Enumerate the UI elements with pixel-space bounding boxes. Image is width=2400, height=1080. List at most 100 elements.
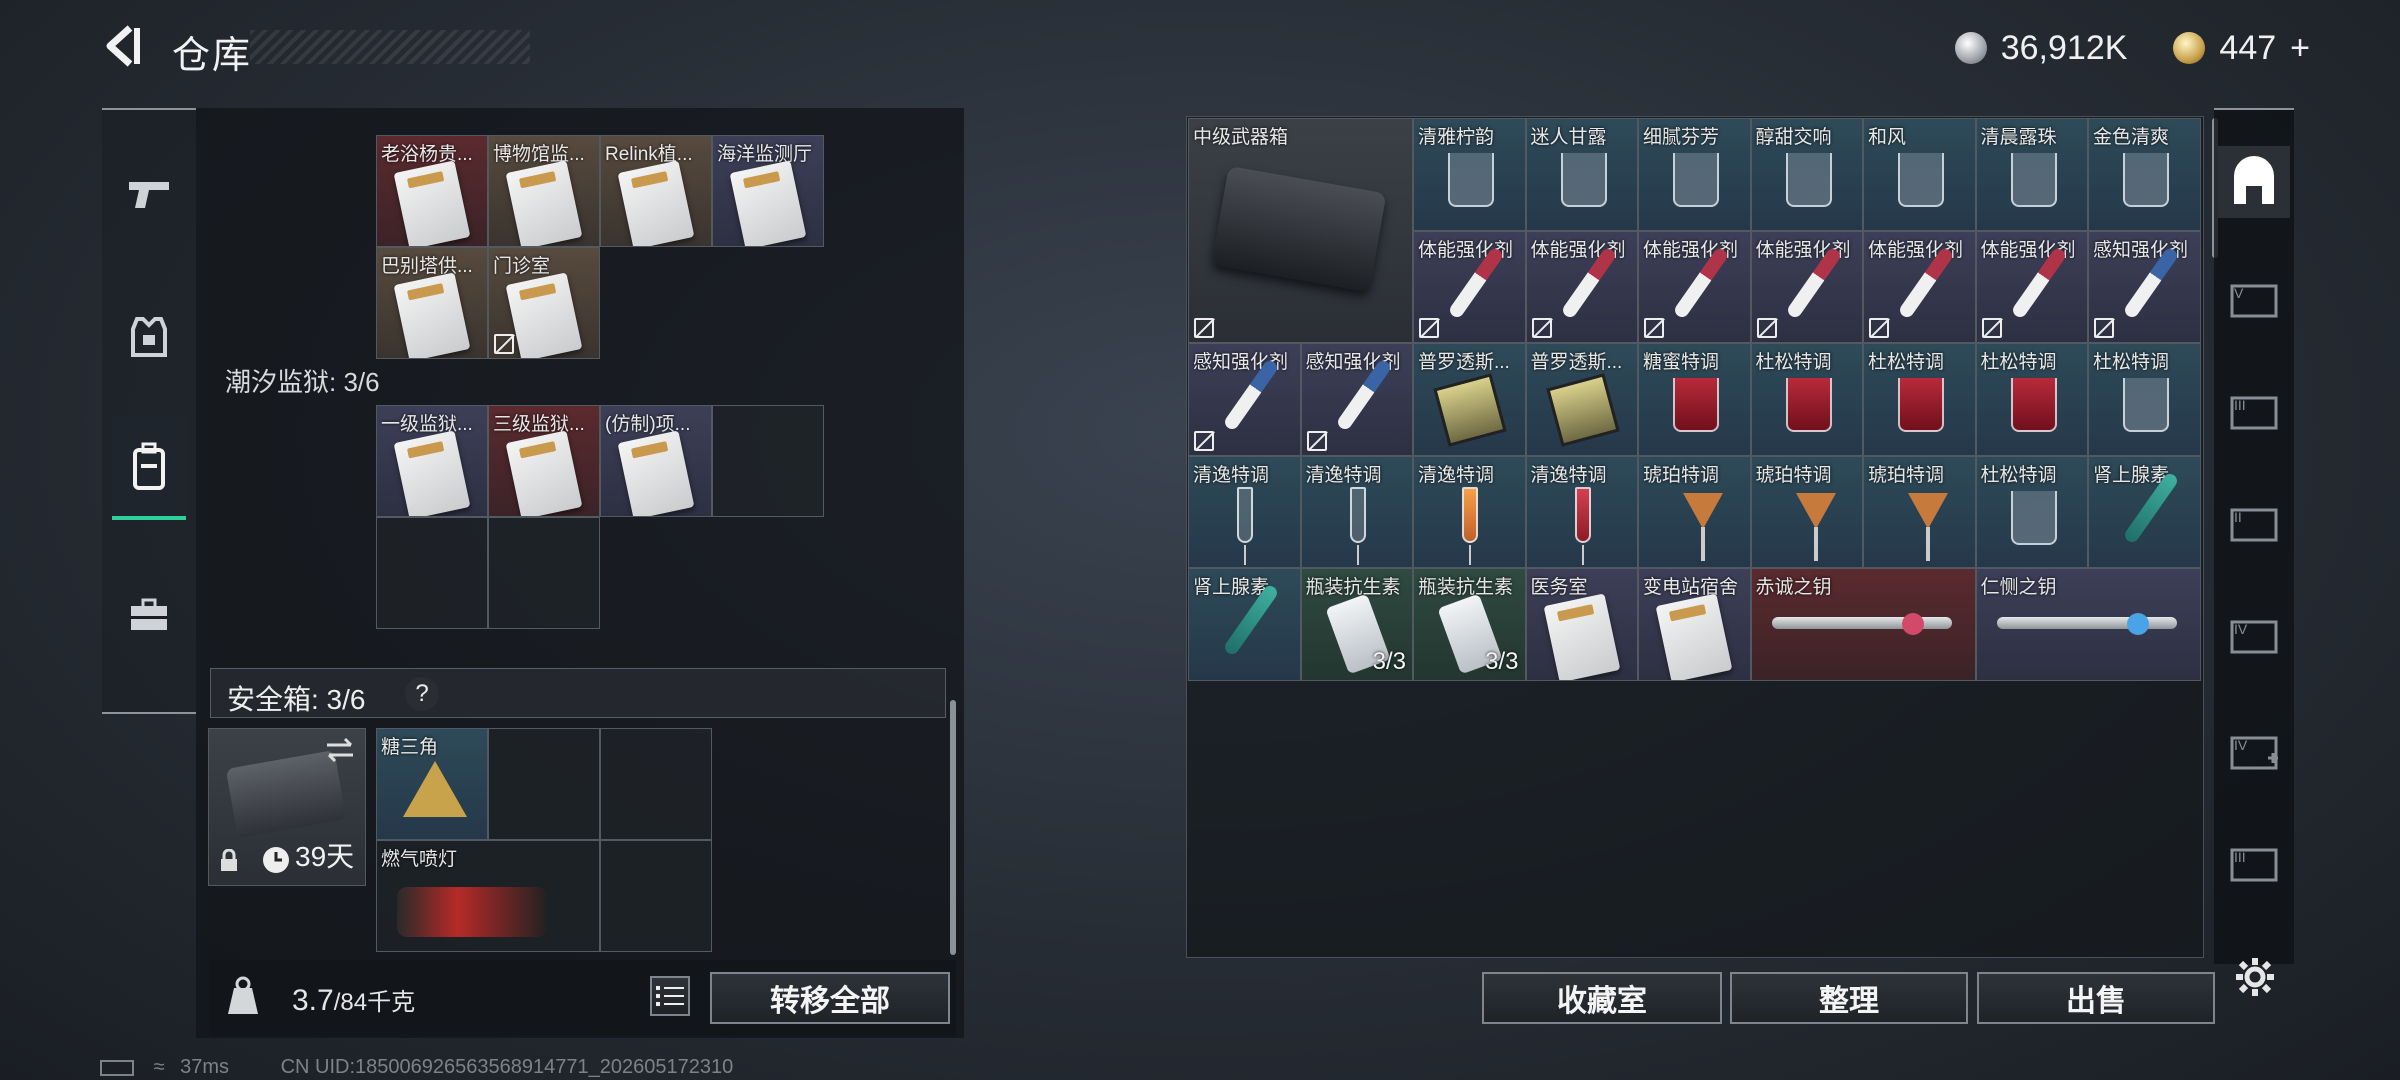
storage-item[interactable]: 清逸特调 xyxy=(1413,455,1526,568)
item-label: Relink植... xyxy=(605,144,693,165)
storage-item[interactable]: 体能强化剂 xyxy=(1975,230,2088,343)
tab-storage-4[interactable]: IV xyxy=(2218,598,2290,670)
nav-weapons[interactable] xyxy=(112,150,186,240)
tab-storage-5[interactable]: V xyxy=(2218,262,2290,334)
collection-item[interactable]: 巴别塔供... xyxy=(376,247,488,359)
storage-item[interactable]: 体能强化剂 xyxy=(1413,230,1526,343)
tab-storage-2[interactable]: II xyxy=(2218,486,2290,558)
storage-item[interactable]: 琥珀特调 xyxy=(1750,455,1863,568)
backpack-scrollbar[interactable] xyxy=(950,700,956,955)
storage-item[interactable]: 体能强化剂 xyxy=(1863,230,1976,343)
uid-readout: CN UID:185006926563568914771_20260517231… xyxy=(280,1056,734,1078)
storage-item[interactable]: 体能强化剂 xyxy=(1750,230,1863,343)
item-label: 清雅柠韵 xyxy=(1418,127,1495,148)
storage-item[interactable]: 清逸特调 xyxy=(1525,455,1638,568)
safebox-item[interactable]: 燃气喷灯 xyxy=(376,840,600,952)
silver-coin-icon xyxy=(1954,32,1987,64)
storage-item[interactable]: 杜松特调 xyxy=(1863,343,1976,456)
storage-item[interactable]: 金色清爽 xyxy=(2088,118,2201,231)
storage-item[interactable]: 琥珀特调 xyxy=(1863,455,1976,568)
collection-item[interactable]: Relink植... xyxy=(600,135,712,247)
storage-item[interactable]: 醇甜交响 xyxy=(1750,118,1863,231)
storage-item[interactable]: 迷人甘露 xyxy=(1525,118,1638,231)
transfer-all-button[interactable]: 转移全部 xyxy=(710,972,950,1024)
cocktail-glass-image xyxy=(1785,153,1832,207)
storage-item[interactable]: 清逸特调 xyxy=(1300,455,1413,568)
storage-item[interactable]: 普罗透斯... xyxy=(1413,343,1526,456)
empty-slot[interactable] xyxy=(488,728,600,840)
collection-item[interactable]: 海洋监测厅 xyxy=(712,135,824,247)
collection-item[interactable]: 老浴杨贵... xyxy=(376,135,488,247)
tide-prison-item[interactable]: 三级监狱... xyxy=(488,405,600,517)
tide-prison-item[interactable]: (仿制)项... xyxy=(600,405,712,517)
cocktail-glass-image xyxy=(1560,153,1607,207)
tab-storage-3b[interactable]: III xyxy=(2218,826,2290,898)
silver-amount: 36,912K xyxy=(2000,28,2128,67)
item-label: 杜松特调 xyxy=(2093,352,2170,373)
collection-item[interactable]: 门诊室 xyxy=(488,247,600,359)
storage-item[interactable]: 肾上腺素 xyxy=(1188,568,1301,681)
storage-item[interactable]: 体能强化剂 xyxy=(1638,230,1751,343)
weapon-box-item[interactable]: 中级武器箱 xyxy=(1188,118,1413,343)
section-title-tide-prison: 潮汐监狱: 3/6 xyxy=(225,367,380,397)
tab-storage-3a[interactable]: III xyxy=(2218,374,2290,446)
add-gold-button[interactable]: + xyxy=(2290,29,2310,68)
sell-button[interactable]: 出售 xyxy=(1977,972,2215,1024)
item-label: 金色清爽 xyxy=(2093,127,2170,148)
nav-backpack[interactable] xyxy=(112,416,186,520)
swap-icon[interactable] xyxy=(323,737,357,763)
item-label: 琥珀特调 xyxy=(1755,464,1832,486)
storage-item[interactable]: 和风 xyxy=(1863,118,1976,231)
storage-item[interactable]: 清雅柠韵 xyxy=(1413,118,1526,231)
item-label: 肾上腺素 xyxy=(1193,577,1270,598)
storage-item[interactable]: 肾上腺素 xyxy=(2088,455,2201,568)
empty-slot[interactable] xyxy=(488,517,600,629)
storage-item[interactable]: 感知强化剂 xyxy=(2088,230,2201,343)
martini-glass-image xyxy=(1683,492,1723,561)
storage-item[interactable]: 医务室 xyxy=(1525,568,1638,681)
safebox-slot[interactable]: 39天 xyxy=(208,728,366,886)
storage-item[interactable]: 普罗透斯... xyxy=(1525,343,1638,456)
storage-item[interactable]: 瓶装抗生素 3/3 xyxy=(1413,568,1526,681)
storage-item[interactable]: 细腻芬芳 xyxy=(1638,118,1751,231)
empty-slot[interactable] xyxy=(376,517,488,629)
storage-item[interactable]: 感知强化剂 xyxy=(1188,343,1301,456)
keycard-image xyxy=(617,430,695,516)
storage-item[interactable]: 杜松特调 xyxy=(1750,343,1863,456)
storage-item[interactable]: 感知强化剂 xyxy=(1300,343,1413,456)
storage-item[interactable]: 仁恻之钥 xyxy=(1975,568,2201,681)
storage-item[interactable]: 清逸特调 xyxy=(1188,455,1301,568)
collection-item[interactable]: 博物馆监... xyxy=(488,135,600,247)
storage-item[interactable]: 赤诚之钥 xyxy=(1750,568,1976,681)
header-decoration xyxy=(250,30,530,64)
nav-armor[interactable] xyxy=(112,292,186,382)
safebox-item[interactable]: 糖三角 xyxy=(376,728,488,840)
list-view-button[interactable] xyxy=(650,976,690,1016)
tide-prison-item[interactable]: 一级监狱... xyxy=(376,405,488,517)
clock-icon xyxy=(263,847,289,873)
untradeable-icon xyxy=(1306,430,1327,451)
storage-item[interactable]: 杜松特调 xyxy=(1975,455,2088,568)
storage-item[interactable]: 体能强化剂 xyxy=(1525,230,1638,343)
collection-room-button[interactable]: 收藏室 xyxy=(1482,972,1722,1024)
back-arrow-icon[interactable] xyxy=(100,22,148,70)
storage-item[interactable]: 琥珀特调 xyxy=(1638,455,1751,568)
storage-item[interactable]: 清晨露珠 xyxy=(1975,118,2088,231)
nav-toolbox[interactable] xyxy=(112,570,186,660)
empty-slot[interactable] xyxy=(600,728,712,840)
empty-slot[interactable] xyxy=(600,840,712,952)
storage-item[interactable]: 杜松特调 xyxy=(1975,343,2088,456)
svg-text:III: III xyxy=(2234,849,2246,865)
settings-gear-icon[interactable] xyxy=(2234,956,2276,998)
empty-slot[interactable] xyxy=(712,405,824,517)
storage-item[interactable]: 杜松特调 xyxy=(2088,343,2201,456)
storage-item[interactable]: 糖蜜特调 xyxy=(1638,343,1751,456)
tab-home-storage[interactable] xyxy=(2218,146,2290,218)
storage-item[interactable]: 瓶装抗生素 3/3 xyxy=(1300,568,1413,681)
safebox-help-button[interactable]: ? xyxy=(405,677,439,711)
tab-storage-4-plus[interactable]: IV xyxy=(2218,714,2290,786)
organize-button[interactable]: 整理 xyxy=(1730,972,1968,1024)
storage-item[interactable]: 变电站宿舍 xyxy=(1638,568,1751,681)
cocktail-glass-image xyxy=(1898,153,1944,207)
safebox-case-image xyxy=(225,749,347,839)
